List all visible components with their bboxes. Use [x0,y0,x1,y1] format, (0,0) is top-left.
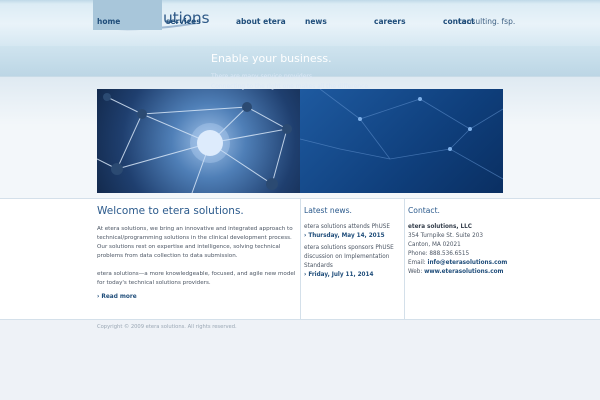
network-image [97,89,300,193]
nav-about-etera[interactable]: about etera [232,0,301,30]
contact-email-label: Email: [408,260,428,266]
contact-web-label: Web: [408,269,425,275]
welcome-paragraph-2: etera solutions—a more knowledgeable, fo… [97,271,296,286]
news-item-date[interactable]: › Thursday, May 14, 2015 [304,232,402,241]
news-item-date[interactable]: › Friday, July 11, 2014 [304,271,402,280]
footer-copyright: Copyright © 2009 etera solutions. All ri… [97,324,237,330]
welcome-heading: Welcome to etera solutions. [97,205,244,217]
news-heading: Latest news. [304,206,352,215]
hero-line-1: There are many service providers. [211,73,314,80]
read-more-link[interactable]: › Read more [97,294,137,300]
news-item-title[interactable]: etera solutions attends PhUSE [304,223,402,232]
news-item: etera solutions attends PhUSE › Thursday… [304,223,402,241]
welcome-paragraph-1: At etera solutions, we bring an innovati… [97,226,293,259]
hero-subtitle: There are many service providers. Connec… [211,72,370,91]
contact-city: Canton, MA 02021 [408,242,461,248]
nav-contact[interactable]: contact [439,0,508,30]
contact-email-row: Email: info@eterasolutions.com [408,259,507,268]
contact-company: etera solutions, LLC [408,224,472,230]
hero-title: Enable your business. [211,52,332,65]
contact-web-row: Web: www.eterasolutions.com [408,268,507,277]
news-list: etera solutions attends PhUSE › Thursday… [304,223,402,283]
contact-web-link[interactable]: www.eterasolutions.com [424,269,503,275]
news-item: etera solutions sponsors PhUSE discussio… [304,244,402,280]
welcome-text: At etera solutions, we bring an innovati… [97,225,297,297]
column-divider [300,198,301,320]
contact-phone: Phone: 888.536.6515 [408,251,470,257]
network-graphic-icon [97,93,292,193]
contact-email-link[interactable]: info@eterasolutions.com [428,260,508,266]
nav-news[interactable]: news [301,0,370,30]
contact-heading: Contact. [408,206,440,215]
contact-street: 354 Turnpike St. Suite 203 [408,233,483,239]
column-divider [404,198,405,320]
hero-banner [97,89,503,193]
contact-info: etera solutions, LLC 354 Turnpike St. Su… [408,223,507,277]
nav-home[interactable]: home [93,0,162,30]
hero-line-2: Connecting to the right one makes all th… [211,82,370,90]
hero-message-panel [299,89,503,193]
nav-careers[interactable]: careers [370,0,439,30]
news-item-title[interactable]: etera solutions sponsors PhUSE discussio… [304,244,402,271]
network-lines-graphic-icon [299,89,503,180]
nav-services[interactable]: services [162,0,231,30]
